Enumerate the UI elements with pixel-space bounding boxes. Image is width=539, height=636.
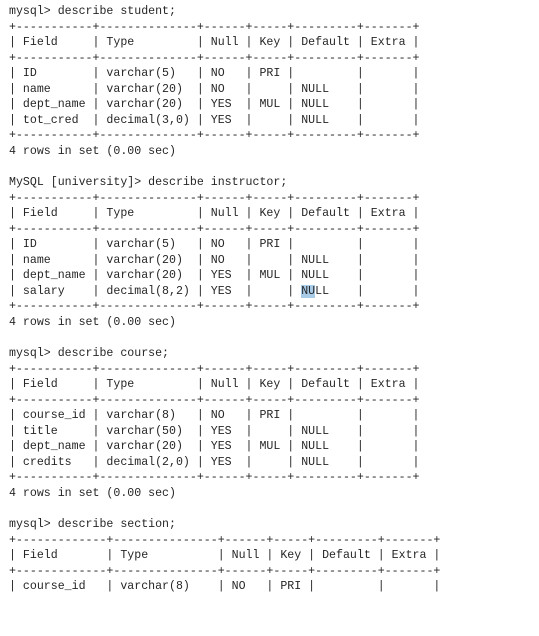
command-line-1[interactable]: MySQL [university]> describe instructor; (9, 175, 539, 191)
table-row: | dept_name | varchar(20) | YES | MUL | … (9, 269, 420, 283)
table-rule: +-----------+--------------+------+-----… (9, 300, 420, 314)
table-rule: +-----------+--------------+------+-----… (9, 393, 420, 407)
table-rule: +-----------+--------------+------+-----… (9, 222, 420, 236)
table-row: | name | varchar(20) | NO | | NULL | | (9, 82, 420, 96)
table-row: | ID | varchar(5) | NO | PRI | | | (9, 67, 420, 81)
table-row: | course_id | varchar(8) | NO | PRI | | … (9, 580, 441, 594)
table-row: | course_id | varchar(8) | NO | PRI | | … (9, 409, 420, 423)
table-row: | credits | decimal(2,0) | YES | | NULL … (9, 455, 420, 469)
table-rule: +-----------+--------------+------+-----… (9, 51, 420, 65)
table-row: | name | varchar(20) | NO | | NULL | | (9, 253, 420, 267)
table-rule: +-----------+--------------+------+-----… (9, 191, 420, 205)
command-line-2[interactable]: mysql> describe course; (9, 346, 539, 362)
command-line-3[interactable]: mysql> describe section; (9, 517, 539, 533)
table-rule: +-----------+--------------+------+-----… (9, 362, 420, 376)
table-rule: +-------------+---------------+------+--… (9, 564, 441, 578)
table-row: | tot_cred | decimal(3,0) | YES | | NULL… (9, 113, 420, 127)
text-selection: NU (301, 284, 316, 298)
table-rule: +-----------+--------------+------+-----… (9, 129, 420, 143)
table-header-row: | Field | Type | Null | Key | Default | … (9, 549, 441, 563)
table-row: | title | varchar(50) | YES | | NULL | | (9, 424, 420, 438)
command-line-0[interactable]: mysql> describe student; (9, 4, 539, 20)
table-header-row: | Field | Type | Null | Key | Default | … (9, 36, 420, 50)
table-row: | dept_name | varchar(20) | YES | MUL | … (9, 440, 420, 454)
table-header-row: | Field | Type | Null | Key | Default | … (9, 207, 420, 221)
result-status: 4 rows in set (0.00 sec) (9, 144, 176, 158)
table-row: | dept_name | varchar(20) | YES | MUL | … (9, 98, 420, 112)
terminal-output[interactable]: mysql> describe student; +-----------+---… (0, 0, 539, 636)
table-rule: +-----------+--------------+------+-----… (9, 471, 420, 485)
result-status: 4 rows in set (0.00 sec) (9, 315, 176, 329)
table-row: | salary | decimal(8,2) | YES | | NULL |… (9, 284, 420, 298)
result-status: 4 rows in set (0.00 sec) (9, 486, 176, 500)
table-rule: +-----------+--------------+------+-----… (9, 20, 420, 34)
table-rule: +-------------+---------------+------+--… (9, 533, 441, 547)
table-header-row: | Field | Type | Null | Key | Default | … (9, 378, 420, 392)
table-row: | ID | varchar(5) | NO | PRI | | | (9, 238, 420, 252)
